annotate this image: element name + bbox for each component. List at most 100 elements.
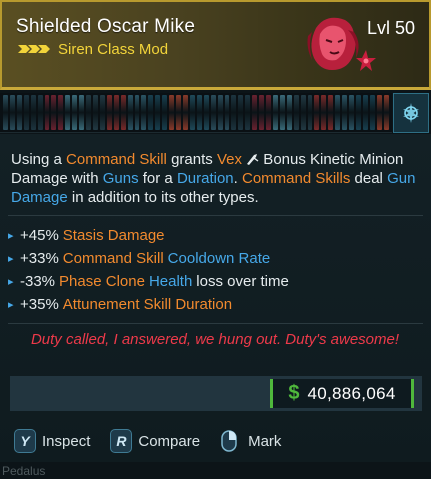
part-segment xyxy=(328,95,334,130)
part-segment xyxy=(148,95,154,130)
part-segment xyxy=(51,95,57,130)
stat-extra: Cooldown Rate xyxy=(167,250,271,267)
part-segment xyxy=(356,95,361,130)
stat-name: Stasis Damage xyxy=(62,227,165,244)
bullet-icon: ▸ xyxy=(8,276,14,288)
item-card: Shielded Oscar Mike Siren Class Mod Lvl … xyxy=(0,0,431,462)
part-segment xyxy=(272,95,278,130)
stat-row: ▸ +45% Stasis Damage xyxy=(8,224,418,247)
part-segment xyxy=(106,95,112,130)
parts-strip xyxy=(0,93,392,133)
mark-label: Mark xyxy=(248,432,282,450)
part-segment xyxy=(141,95,147,130)
part-segment xyxy=(210,95,216,130)
part-segment xyxy=(134,95,140,130)
mouse-right-icon xyxy=(221,430,237,452)
flavor-text: Duty called, I answered, we hung out. Du… xyxy=(30,331,400,348)
part-segment xyxy=(58,95,64,130)
desc-text: . xyxy=(233,170,242,187)
part-segment xyxy=(182,95,188,130)
desc-keyword-command-skill: Command Skill xyxy=(66,151,167,168)
part-segment xyxy=(23,95,29,130)
part-segment xyxy=(203,95,209,130)
divider xyxy=(8,323,423,324)
rarity-row: Siren Class Mod xyxy=(18,40,168,58)
r-key-icon: R xyxy=(110,429,133,453)
part-segment xyxy=(155,95,161,130)
desc-keyword-command-skills: Command Skills xyxy=(241,170,351,187)
stat-value: -33% xyxy=(20,273,56,290)
y-key-icon: Y xyxy=(14,429,36,453)
part-segment xyxy=(266,95,271,130)
part-segment xyxy=(349,95,355,130)
desc-text: Using a xyxy=(11,151,67,168)
desc-keyword-guns: Guns xyxy=(102,170,139,187)
inspect-label: Inspect xyxy=(42,432,91,450)
part-segment xyxy=(300,95,306,130)
stat-value: +45% xyxy=(20,227,59,244)
divider xyxy=(8,215,423,216)
desc-text: grants xyxy=(166,151,217,168)
part-segment xyxy=(3,95,8,130)
part-segment xyxy=(335,95,341,130)
currency-icon: $ xyxy=(288,382,300,404)
part-segment xyxy=(176,95,181,130)
stat-value: +33% xyxy=(20,250,59,267)
stat-extra: Health xyxy=(148,273,193,290)
part-segment xyxy=(127,95,133,130)
part-segment xyxy=(99,95,105,130)
bullet-icon: ▸ xyxy=(8,299,14,311)
item-type: Siren Class Mod xyxy=(58,40,169,58)
stat-list: ▸ +45% Stasis Damage ▸ +33% Command Skil… xyxy=(8,224,418,316)
item-name: Shielded Oscar Mike xyxy=(16,16,196,37)
part-segment xyxy=(279,95,285,130)
price-bar: $ 40,886,064 xyxy=(10,376,422,411)
desc-text: for a xyxy=(138,170,177,187)
price-value: 40,886,064 xyxy=(307,383,396,403)
price-box: $ 40,886,064 xyxy=(270,379,414,408)
stat-name: Command Skill xyxy=(62,250,164,267)
part-segment xyxy=(37,95,43,130)
siren-portrait-icon xyxy=(307,17,376,71)
part-segment xyxy=(196,95,202,130)
desc-keyword-vex: Vex xyxy=(216,151,242,168)
item-description: Using a Command Skill grants Vex Bonus K… xyxy=(11,150,421,207)
compare-button[interactable]: R Compare xyxy=(110,429,200,453)
item-header: Shielded Oscar Mike Siren Class Mod Lvl … xyxy=(0,0,431,90)
part-segment xyxy=(231,95,237,130)
desc-keyword-duration: Duration xyxy=(176,170,234,187)
action-bar: Y Inspect R Compare Mark xyxy=(14,426,301,456)
part-segment xyxy=(30,95,36,130)
chevron-stripes-icon xyxy=(18,45,50,53)
part-segment xyxy=(362,95,368,130)
part-segment xyxy=(293,95,299,130)
part-segment xyxy=(92,95,98,130)
part-segment xyxy=(314,95,320,130)
part-segment xyxy=(72,95,78,130)
part-segment xyxy=(9,95,15,130)
part-segment xyxy=(169,95,175,130)
part-segment xyxy=(217,95,223,130)
inspect-button[interactable]: Y Inspect xyxy=(14,429,90,453)
part-segment xyxy=(321,95,327,130)
stat-suffix: loss over time xyxy=(196,273,289,290)
part-segment xyxy=(369,95,375,130)
part-segment xyxy=(376,95,382,130)
stat-name: Phase Clone xyxy=(59,273,145,290)
stat-value: +35% xyxy=(20,296,59,313)
footer-text: Pedalus xyxy=(2,464,46,478)
part-segment xyxy=(65,95,71,130)
mark-button[interactable]: Mark xyxy=(220,429,281,453)
part-segment xyxy=(342,95,348,130)
part-segment xyxy=(224,95,230,130)
part-segment xyxy=(44,95,50,130)
part-segment xyxy=(238,95,244,130)
part-segment xyxy=(189,95,195,130)
class-badge xyxy=(393,93,429,133)
stat-name: Attunement Skill Duration xyxy=(62,296,233,313)
part-segment xyxy=(259,95,265,130)
part-segment xyxy=(86,95,91,130)
stat-row: ▸ +35% Attunement Skill Duration xyxy=(8,293,418,316)
stat-row: ▸ -33% Phase Clone Health loss over time xyxy=(8,270,418,293)
part-segment xyxy=(252,95,258,130)
